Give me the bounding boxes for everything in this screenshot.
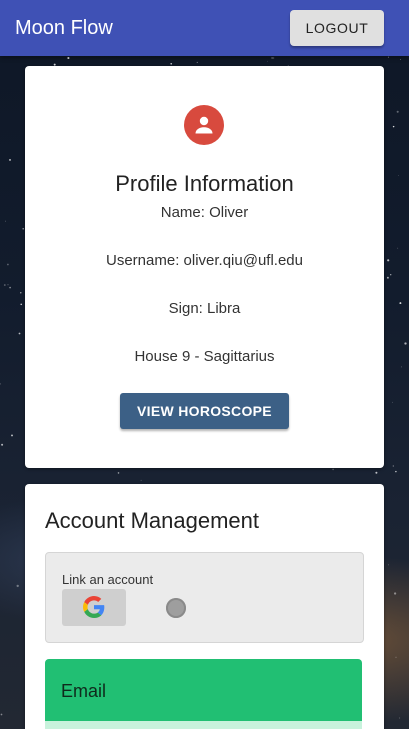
star: [392, 465, 394, 467]
view-horoscope-button[interactable]: VIEW HOROSCOPE: [120, 393, 289, 429]
logout-button[interactable]: LOGOUT: [290, 10, 384, 46]
star: [387, 56, 390, 58]
profile-name: Name: Oliver: [160, 204, 249, 221]
star: [9, 286, 11, 289]
star: [11, 434, 13, 437]
star: [393, 592, 397, 595]
star: [400, 366, 402, 368]
star: [399, 302, 402, 305]
google-icon: [83, 596, 105, 618]
star: [375, 471, 378, 474]
star: [395, 470, 397, 473]
star: [22, 228, 24, 230]
star: [392, 401, 393, 403]
star: [392, 125, 395, 128]
star: [400, 59, 401, 60]
email-panel[interactable]: Email: [45, 659, 362, 729]
star: [67, 56, 70, 60]
star: [388, 564, 389, 566]
star: [3, 284, 6, 286]
star: [395, 656, 397, 658]
star: [0, 383, 1, 385]
star: [196, 61, 198, 63]
star: [16, 584, 19, 588]
star: [20, 292, 22, 294]
account-circle-icon: [184, 105, 224, 145]
account-management-card: Account Management Link an account Email: [25, 484, 384, 729]
profile-username: Username: oliver.qiu@ufl.edu: [106, 252, 303, 269]
star: [387, 259, 390, 262]
account-management-title: Account Management: [45, 508, 260, 533]
email-panel-content: [45, 721, 362, 729]
email-label: Email: [61, 681, 107, 701]
link-account-label: Link an account: [62, 572, 154, 587]
star: [0, 713, 3, 716]
profile-sign: Sign: Libra: [168, 300, 241, 317]
google-link-button[interactable]: [62, 589, 126, 626]
app-bar: Moon Flow LOGOUT: [0, 0, 409, 56]
star: [18, 332, 21, 335]
star: [386, 276, 389, 279]
star: [397, 247, 399, 249]
app-title: Moon Flow: [15, 16, 113, 39]
star: [399, 717, 401, 719]
star: [1, 443, 4, 446]
profile-card: Profile Information Name: Oliver Usernam…: [25, 66, 384, 468]
star: [9, 158, 11, 161]
star: [7, 284, 9, 286]
star: [117, 472, 120, 474]
star: [267, 60, 269, 62]
star: [396, 110, 399, 113]
link-account-panel: Link an account: [45, 552, 364, 643]
star: [404, 342, 407, 345]
star: [20, 303, 22, 306]
loading-indicator: [166, 598, 186, 618]
star: [271, 57, 273, 59]
star: [398, 175, 400, 177]
star: [332, 468, 334, 471]
star: [5, 220, 6, 222]
star: [390, 274, 392, 276]
profile-title: Profile Information: [115, 171, 294, 196]
star: [140, 479, 142, 481]
profile-house: House 9 - Sagittarius: [134, 348, 275, 365]
star: [7, 263, 9, 266]
star: [170, 62, 173, 65]
star: [273, 57, 275, 59]
